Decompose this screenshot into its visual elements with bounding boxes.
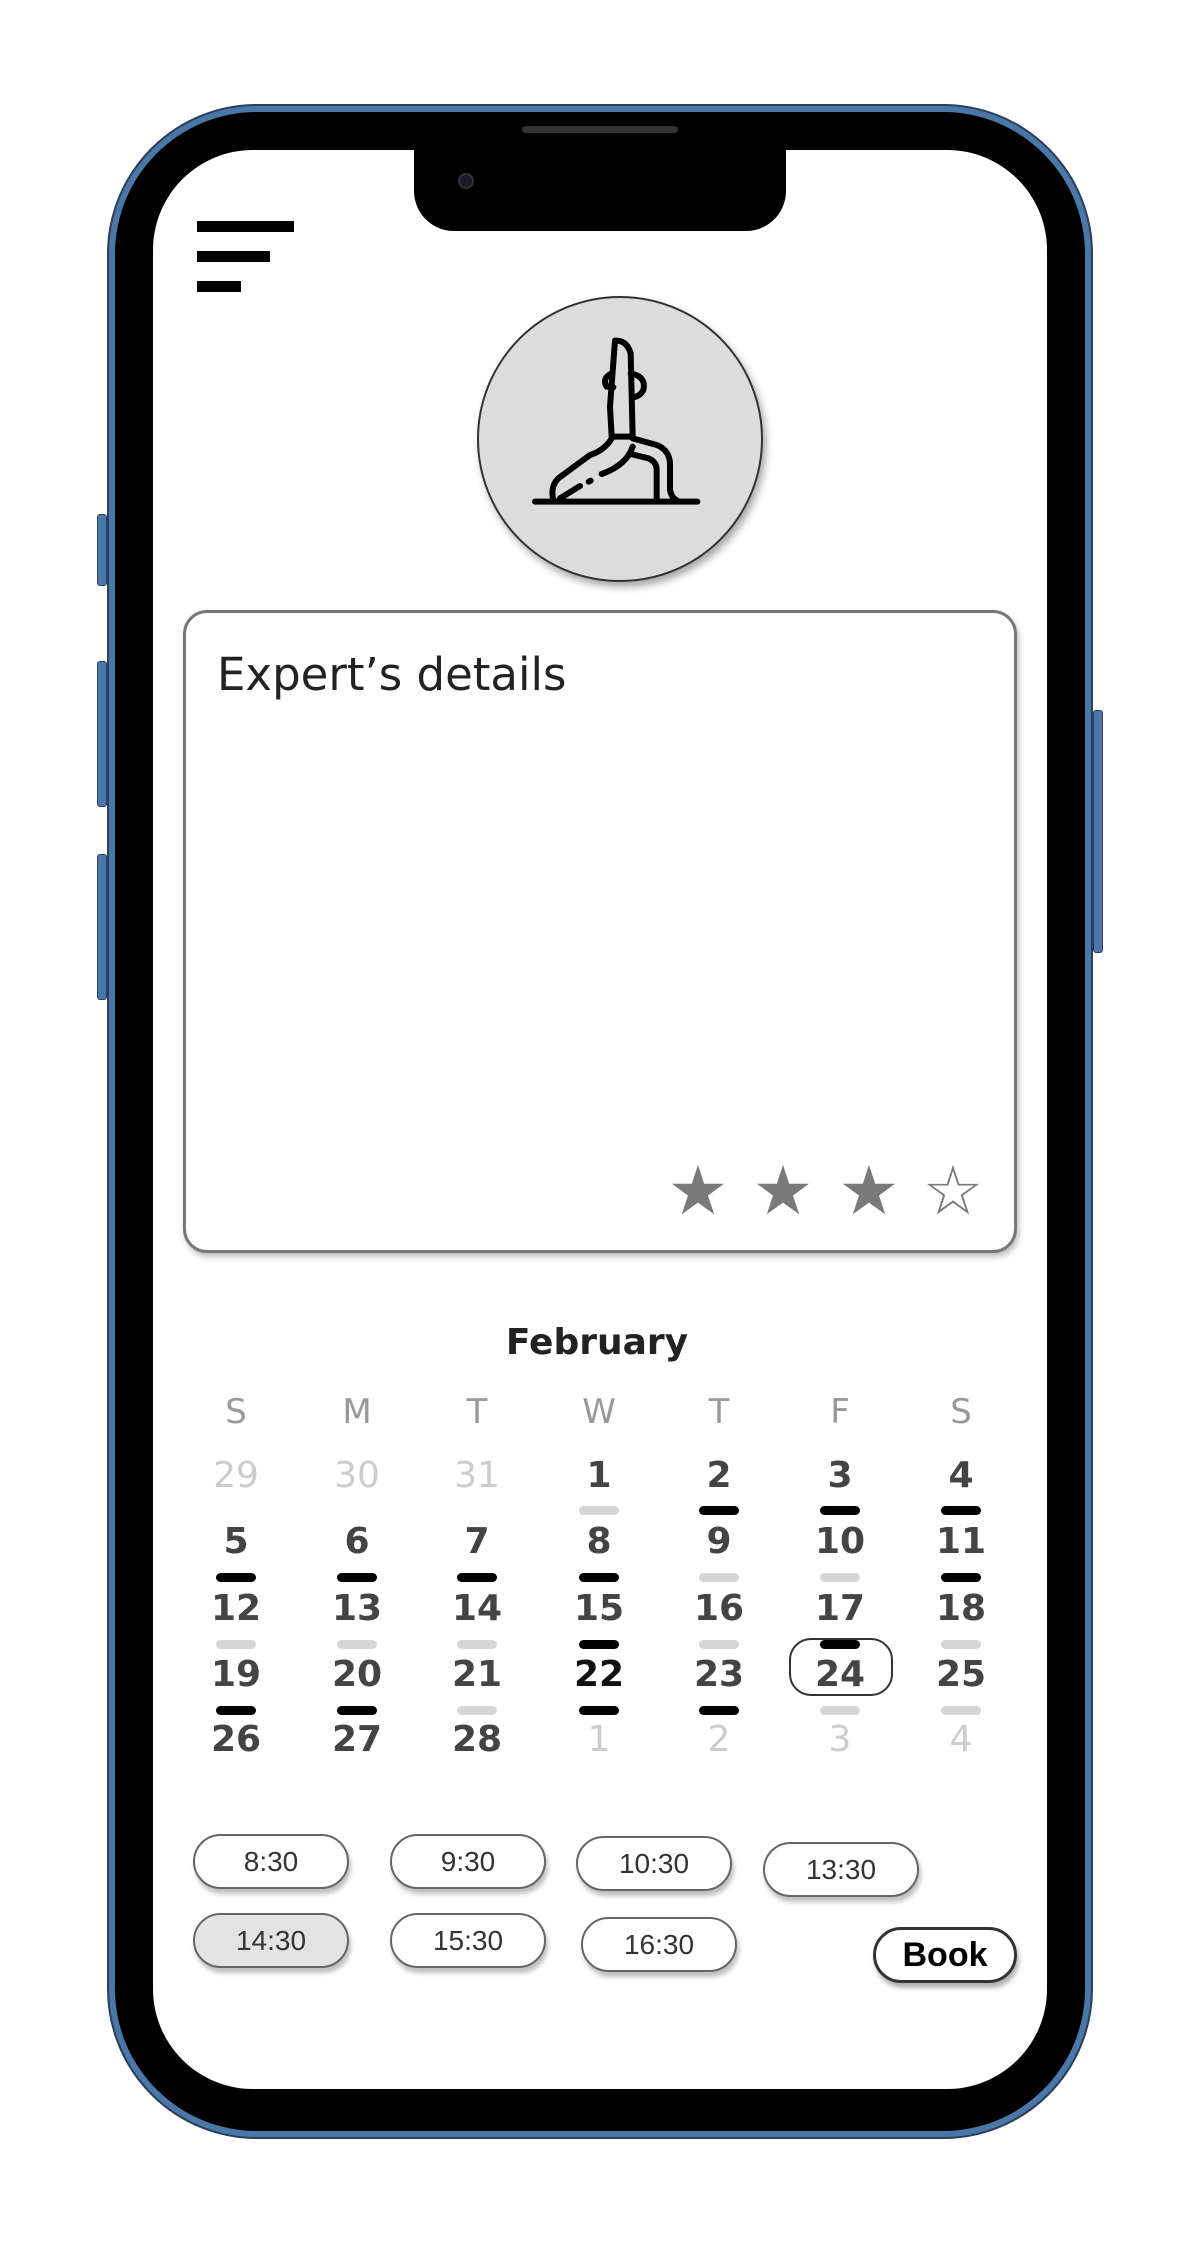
star-filled-icon[interactable]: ★ bbox=[658, 1158, 738, 1226]
weekday-label: S bbox=[950, 1392, 972, 1432]
availability-bar bbox=[820, 1506, 860, 1515]
time-slot-button[interactable]: 14:30 bbox=[193, 1913, 349, 1968]
volume-down-button bbox=[97, 854, 107, 1000]
calendar-day[interactable]: 13 bbox=[317, 1588, 397, 1629]
star-filled-icon[interactable]: ★ bbox=[829, 1158, 909, 1226]
availability-bar bbox=[941, 1640, 981, 1649]
weekday-label: S bbox=[225, 1392, 247, 1432]
availability-bar bbox=[579, 1706, 619, 1715]
book-button[interactable]: Book bbox=[873, 1927, 1017, 1983]
calendar-day[interactable]: 3 bbox=[800, 1455, 880, 1496]
calendar-day: 1 bbox=[587, 1719, 611, 1760]
availability-bar bbox=[457, 1573, 497, 1582]
volume-up-button bbox=[97, 661, 107, 807]
availability-bar bbox=[457, 1706, 497, 1715]
selected-day-indicator bbox=[789, 1638, 893, 1696]
time-slot-button[interactable]: 9:30 bbox=[390, 1834, 546, 1889]
availability-bar bbox=[579, 1506, 619, 1515]
availability-bar bbox=[216, 1640, 256, 1649]
calendar-day[interactable]: 4 bbox=[921, 1455, 1001, 1496]
availability-bar bbox=[337, 1573, 377, 1582]
availability-bar bbox=[820, 1573, 860, 1582]
star-filled-icon[interactable]: ★ bbox=[743, 1158, 823, 1226]
calendar-day[interactable]: 12 bbox=[196, 1588, 276, 1629]
calendar-day[interactable]: 6 bbox=[317, 1521, 397, 1562]
availability-bar bbox=[941, 1573, 981, 1582]
calendar-day: 31 bbox=[454, 1455, 500, 1496]
calendar-day[interactable]: 5 bbox=[196, 1521, 276, 1562]
calendar-month: February bbox=[505, 1322, 689, 1363]
availability-bar bbox=[216, 1573, 256, 1582]
availability-bar bbox=[699, 1640, 739, 1649]
speaker bbox=[522, 126, 678, 133]
calendar-day[interactable]: 28 bbox=[437, 1719, 517, 1760]
time-slot-button[interactable]: 10:30 bbox=[576, 1836, 732, 1891]
calendar-day[interactable]: 25 bbox=[921, 1654, 1001, 1695]
calendar-day[interactable]: 16 bbox=[679, 1588, 759, 1629]
calendar-day: 4 bbox=[949, 1719, 973, 1760]
calendar-day[interactable]: 2 bbox=[679, 1455, 759, 1496]
calendar-day[interactable]: 21 bbox=[437, 1654, 517, 1695]
calendar-day[interactable]: 27 bbox=[317, 1719, 397, 1760]
time-slot-button[interactable]: 16:30 bbox=[581, 1917, 737, 1972]
availability-bar bbox=[820, 1706, 860, 1715]
calendar-day[interactable]: 15 bbox=[559, 1588, 639, 1629]
power-button bbox=[1093, 710, 1103, 953]
calendar-day: 3 bbox=[828, 1719, 852, 1760]
calendar-day[interactable]: 10 bbox=[800, 1521, 880, 1562]
yoga-pose-icon bbox=[532, 337, 701, 505]
availability-bar bbox=[941, 1706, 981, 1715]
camera bbox=[458, 173, 474, 189]
card-title: Expert’s details bbox=[217, 648, 567, 701]
weekday-label: T bbox=[466, 1392, 488, 1432]
availability-bar bbox=[337, 1706, 377, 1715]
star-outline-icon[interactable]: ☆ bbox=[913, 1158, 993, 1226]
availability-bar bbox=[699, 1706, 739, 1715]
calendar-day: 29 bbox=[213, 1455, 259, 1496]
time-slot-button[interactable]: 13:30 bbox=[763, 1842, 919, 1897]
availability-bar bbox=[579, 1573, 619, 1582]
availability-bar bbox=[699, 1506, 739, 1515]
time-slot-button[interactable]: 8:30 bbox=[193, 1834, 349, 1889]
availability-bar bbox=[457, 1640, 497, 1649]
calendar-day[interactable]: 1 bbox=[559, 1455, 639, 1496]
calendar-day[interactable]: 7 bbox=[437, 1521, 517, 1562]
availability-bar bbox=[579, 1640, 619, 1649]
calendar-day: 2 bbox=[707, 1719, 731, 1760]
weekday-label: W bbox=[582, 1392, 616, 1432]
calendar-day[interactable]: 22 bbox=[559, 1654, 639, 1695]
calendar-day[interactable]: 20 bbox=[317, 1654, 397, 1695]
availability-bar bbox=[216, 1706, 256, 1715]
calendar-day[interactable]: 23 bbox=[679, 1654, 759, 1695]
availability-bar bbox=[337, 1640, 377, 1649]
availability-bar bbox=[699, 1573, 739, 1582]
weekday-label: T bbox=[708, 1392, 730, 1432]
mute-switch bbox=[97, 514, 107, 586]
calendar-day[interactable]: 26 bbox=[196, 1719, 276, 1760]
calendar-day[interactable]: 8 bbox=[559, 1521, 639, 1562]
calendar-day[interactable]: 18 bbox=[921, 1588, 1001, 1629]
time-slot-button[interactable]: 15:30 bbox=[390, 1913, 546, 1968]
calendar-day: 30 bbox=[334, 1455, 380, 1496]
calendar-day[interactable]: 19 bbox=[196, 1654, 276, 1695]
weekday-label: M bbox=[342, 1392, 372, 1432]
calendar-day[interactable]: 9 bbox=[679, 1521, 759, 1562]
availability-bar bbox=[941, 1506, 981, 1515]
calendar-day[interactable]: 17 bbox=[800, 1588, 880, 1629]
calendar-day[interactable]: 11 bbox=[921, 1521, 1001, 1562]
weekday-label: F bbox=[830, 1392, 850, 1432]
menu-icon[interactable] bbox=[190, 215, 300, 300]
calendar-day[interactable]: 14 bbox=[437, 1588, 517, 1629]
